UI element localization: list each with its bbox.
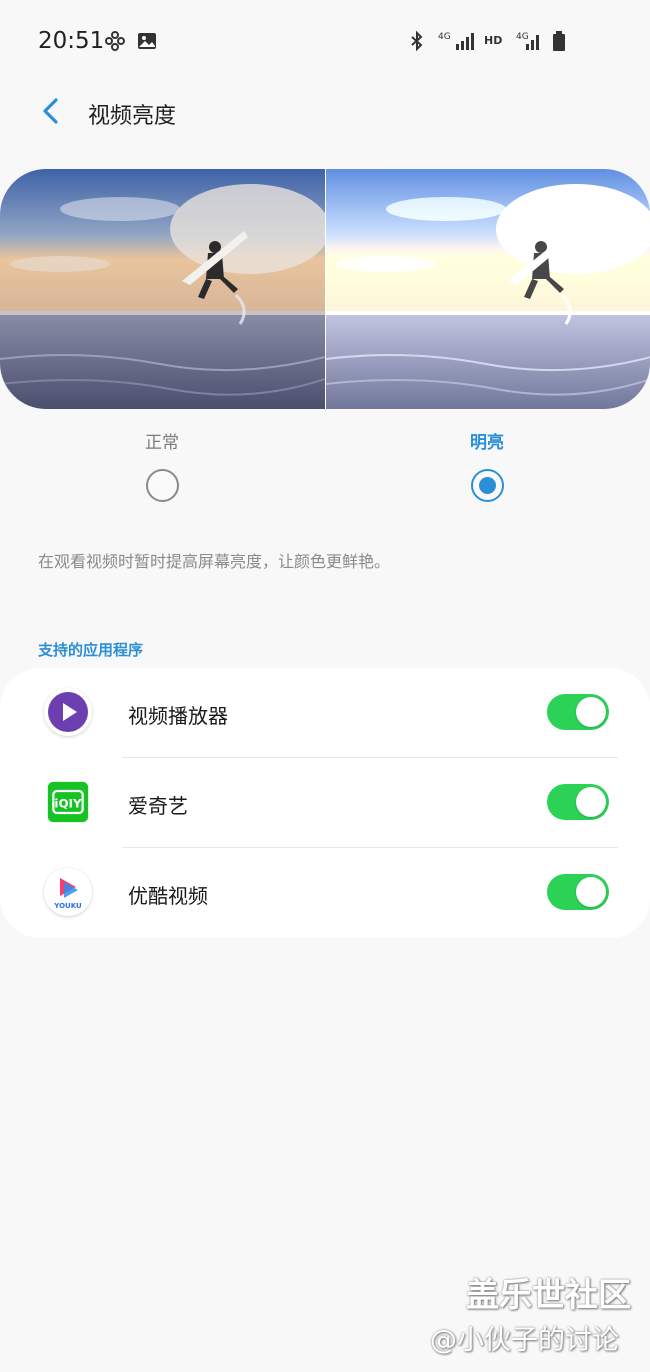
toggle-knob	[576, 877, 606, 907]
notification-app-icon	[104, 30, 126, 52]
bluetooth-icon	[406, 30, 428, 52]
watermark-community: 盖乐世社区	[466, 1275, 631, 1314]
page-title: 视频亮度	[88, 104, 177, 129]
section-title-supported-apps: 支持的应用程序	[38, 641, 144, 659]
network-label-1: 4G	[438, 32, 451, 42]
svg-text:YOUKU: YOUKU	[53, 902, 82, 910]
video-player-toggle[interactable]	[547, 694, 609, 730]
youku-toggle[interactable]	[547, 874, 609, 910]
gallery-icon	[136, 30, 158, 52]
status-left-icons	[104, 30, 158, 52]
header: 视频亮度	[0, 84, 650, 144]
app-list: 视频播放器 iQIY 爱奇艺 YOUKU 优酷视频	[0, 668, 650, 938]
hd-label: HD	[484, 34, 503, 47]
signal-icon-1: 4G	[438, 30, 474, 52]
toggle-knob	[576, 787, 606, 817]
app-row-video-player[interactable]: 视频播放器	[0, 668, 650, 758]
signal-icon-2: 4G	[516, 30, 542, 52]
normal-radio[interactable]	[146, 469, 179, 502]
app-name: 爱奇艺	[128, 794, 188, 818]
video-player-icon	[44, 688, 92, 736]
svg-text:iQIY: iQIY	[54, 797, 82, 811]
status-right-icons: 4G HD 4G	[406, 30, 566, 52]
preview-normal-image	[0, 169, 325, 409]
status-bar: 20:51 4G HD 4G	[0, 0, 650, 84]
battery-icon	[552, 30, 566, 52]
chevron-left-icon	[43, 98, 58, 124]
bright-option-label: 明亮	[470, 433, 504, 453]
preview-bright-image	[325, 169, 650, 409]
app-name: 优酷视频	[128, 884, 208, 908]
iqiyi-icon: iQIY	[44, 778, 92, 826]
status-time: 20:51	[38, 28, 105, 54]
youku-icon: YOUKU	[44, 868, 92, 916]
app-row-iqiyi[interactable]: iQIY 爱奇艺	[0, 758, 650, 848]
watermark-author: @小伙子的讨论	[430, 1325, 619, 1356]
network-label-2: 4G	[516, 32, 529, 42]
toggle-knob	[576, 697, 606, 727]
brightness-preview	[0, 169, 650, 409]
back-button[interactable]	[34, 94, 68, 128]
description-text: 在观看视频时暂时提高屏幕亮度，让颜色更鲜艳。	[38, 552, 391, 571]
bright-radio[interactable]	[471, 469, 504, 502]
normal-option-label: 正常	[145, 433, 179, 453]
iqiyi-toggle[interactable]	[547, 784, 609, 820]
app-row-youku[interactable]: YOUKU 优酷视频	[0, 848, 650, 938]
app-name: 视频播放器	[128, 704, 228, 728]
